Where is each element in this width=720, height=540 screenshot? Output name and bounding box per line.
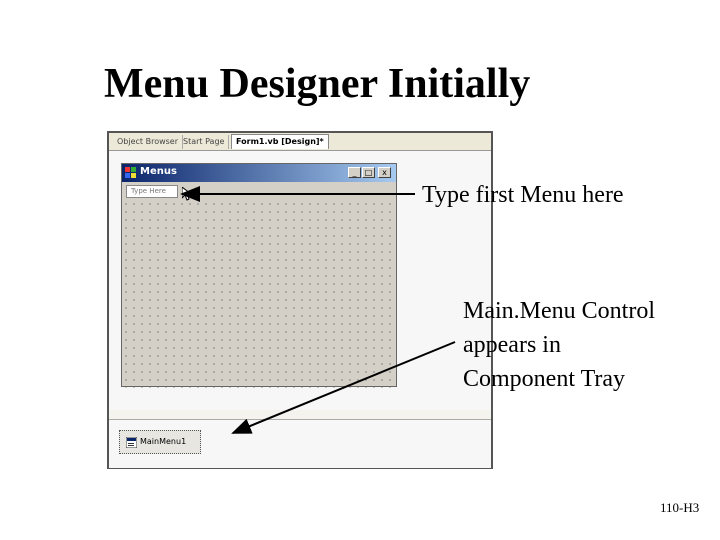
callout-arrows: [180, 186, 456, 434]
tray-callout-arrow: [231, 341, 456, 434]
slide-footer: 110-H3: [660, 500, 700, 515]
